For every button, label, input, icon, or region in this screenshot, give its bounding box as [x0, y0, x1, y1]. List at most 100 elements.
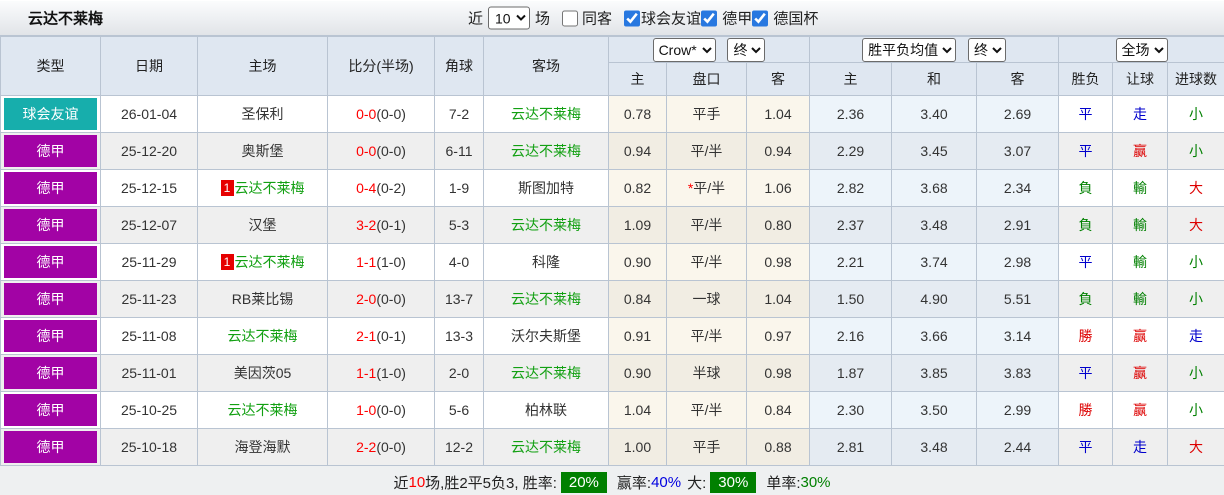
- big-rate-badge: 30%: [710, 472, 756, 493]
- odds-home-cell: 0.84: [609, 281, 667, 318]
- league-cell: 德甲: [1, 318, 101, 355]
- avg-home-cell: 1.87: [810, 355, 892, 392]
- corner-cell: 2-0: [435, 355, 484, 392]
- result-wl-cell: 負: [1059, 170, 1113, 207]
- result-wl-cell: 平: [1059, 429, 1113, 466]
- match-row: 德甲25-12-151云达不莱梅0-4(0-2)1-9斯图加特0.82*平/半1…: [1, 170, 1224, 207]
- odds-home-cell: 1.09: [609, 207, 667, 244]
- average-select[interactable]: 胜平负均值: [862, 38, 956, 62]
- match-row: 德甲25-12-07汉堡3-2(0-1)5-3云达不莱梅1.09平/半0.802…: [1, 207, 1224, 244]
- avg-home-cell: 1.50: [810, 281, 892, 318]
- odd-rate-value: 30%: [800, 474, 830, 491]
- avg-draw-cell: 3.66: [892, 318, 977, 355]
- away-team-cell: 云达不莱梅: [484, 429, 609, 466]
- league-cell: 德甲: [1, 133, 101, 170]
- same-away-label: 同客: [582, 8, 612, 29]
- recent-label: 近: [468, 8, 483, 29]
- date-cell: 25-12-07: [101, 207, 198, 244]
- result-goals-cell: 走: [1168, 318, 1224, 355]
- league-cell: 德甲: [1, 281, 101, 318]
- result-wl-cell: 平: [1059, 244, 1113, 281]
- avg-away-cell: 3.83: [977, 355, 1059, 392]
- home-team-cell: 海登海默: [198, 429, 328, 466]
- summary-near-label: 近: [393, 472, 408, 493]
- summary-bar: 近10场,胜2平5负3, 胜率: 20% 赢率:40% 大: 30% 单率:30…: [0, 466, 1224, 495]
- dfb-pokal-label: 德国杯: [773, 11, 818, 28]
- score-cell: 3-2(0-1): [328, 207, 435, 244]
- odds-home-cell: 0.82: [609, 170, 667, 207]
- result-wl-cell: 負: [1059, 207, 1113, 244]
- average-filter-cell: 胜平负均值 终: [810, 37, 1059, 63]
- corner-cell: 7-2: [435, 96, 484, 133]
- col-avg-away: 客: [977, 63, 1059, 96]
- handicap-cell: 半球: [667, 355, 747, 392]
- score-cell: 2-2(0-0): [328, 429, 435, 466]
- scope-select[interactable]: 全场: [1116, 38, 1168, 62]
- odds-filter-cell: Crow* 终: [609, 37, 810, 63]
- win-rate-badge: 20%: [561, 472, 607, 493]
- col-away: 客场: [484, 37, 609, 96]
- bundesliga-checkbox[interactable]: [701, 11, 717, 27]
- avg-home-cell: 2.16: [810, 318, 892, 355]
- corner-cell: 12-2: [435, 429, 484, 466]
- score-cell: 0-4(0-2): [328, 170, 435, 207]
- home-team-cell: 1云达不莱梅: [198, 244, 328, 281]
- bookmaker-select[interactable]: Crow*: [653, 38, 716, 62]
- date-cell: 25-10-18: [101, 429, 198, 466]
- home-team-cell: 汉堡: [198, 207, 328, 244]
- bundesliga-label: 德甲: [722, 11, 752, 28]
- match-row: 德甲25-11-291云达不莱梅1-1(1-0)4-0科隆0.90平/半0.98…: [1, 244, 1224, 281]
- same-away-checkbox[interactable]: [562, 10, 578, 26]
- result-goals-cell: 小: [1168, 133, 1224, 170]
- recent-matches-select[interactable]: 10: [488, 7, 530, 30]
- avg-draw-cell: 3.48: [892, 207, 977, 244]
- handicap-cell: 平/半: [667, 244, 747, 281]
- avg-away-cell: 3.14: [977, 318, 1059, 355]
- friendly-checkbox[interactable]: [624, 10, 640, 26]
- home-team-cell: 圣保利: [198, 96, 328, 133]
- away-team-cell: 云达不莱梅: [484, 96, 609, 133]
- score-cell: 0-0(0-0): [328, 133, 435, 170]
- date-cell: 25-11-29: [101, 244, 198, 281]
- col-handicap: 盘口: [667, 63, 747, 96]
- rank-badge: 1: [221, 180, 234, 196]
- avg-home-cell: 2.81: [810, 429, 892, 466]
- avg-home-cell: 2.29: [810, 133, 892, 170]
- league-cell: 德甲: [1, 392, 101, 429]
- avg-home-cell: 2.30: [810, 392, 892, 429]
- league-cell: 德甲: [1, 355, 101, 392]
- away-team-cell: 科隆: [484, 244, 609, 281]
- avg-draw-cell: 3.74: [892, 244, 977, 281]
- average-final-select[interactable]: 终: [968, 38, 1006, 62]
- corner-cell: 13-3: [435, 318, 484, 355]
- avg-home-cell: 2.82: [810, 170, 892, 207]
- away-team-cell: 柏林联: [484, 392, 609, 429]
- col-odds-home: 主: [609, 63, 667, 96]
- league-cell: 德甲: [1, 207, 101, 244]
- col-result: 胜负: [1059, 63, 1113, 96]
- result-goals-cell: 小: [1168, 355, 1224, 392]
- col-type: 类型: [1, 37, 101, 96]
- league-cell: 德甲: [1, 170, 101, 207]
- result-wl-cell: 勝: [1059, 318, 1113, 355]
- corner-cell: 1-9: [435, 170, 484, 207]
- odds-away-cell: 1.06: [747, 170, 810, 207]
- league-cell: 球会友谊: [1, 96, 101, 133]
- corner-cell: 13-7: [435, 281, 484, 318]
- scope-filter-cell: 全场: [1059, 37, 1224, 63]
- home-team-cell: RB莱比锡: [198, 281, 328, 318]
- avg-away-cell: 2.69: [977, 96, 1059, 133]
- odds-away-cell: 0.80: [747, 207, 810, 244]
- handicap-cell: *平/半: [667, 170, 747, 207]
- date-cell: 25-11-08: [101, 318, 198, 355]
- home-team-cell: 美因茨05: [198, 355, 328, 392]
- dfb-pokal-checkbox[interactable]: [752, 11, 768, 27]
- match-history-table: 类型 日期 主场 比分(半场) 角球 客场 Crow* 终 胜平负均值 终 全场: [0, 36, 1224, 466]
- home-team-cell: 云达不莱梅: [198, 392, 328, 429]
- away-team-cell: 云达不莱梅: [484, 355, 609, 392]
- result-handicap-cell: 走: [1113, 429, 1168, 466]
- league-cell: 德甲: [1, 429, 101, 466]
- bookmaker-final-select[interactable]: 终: [727, 38, 765, 62]
- col-handicap-result: 让球: [1113, 63, 1168, 96]
- score-cell: 2-0(0-0): [328, 281, 435, 318]
